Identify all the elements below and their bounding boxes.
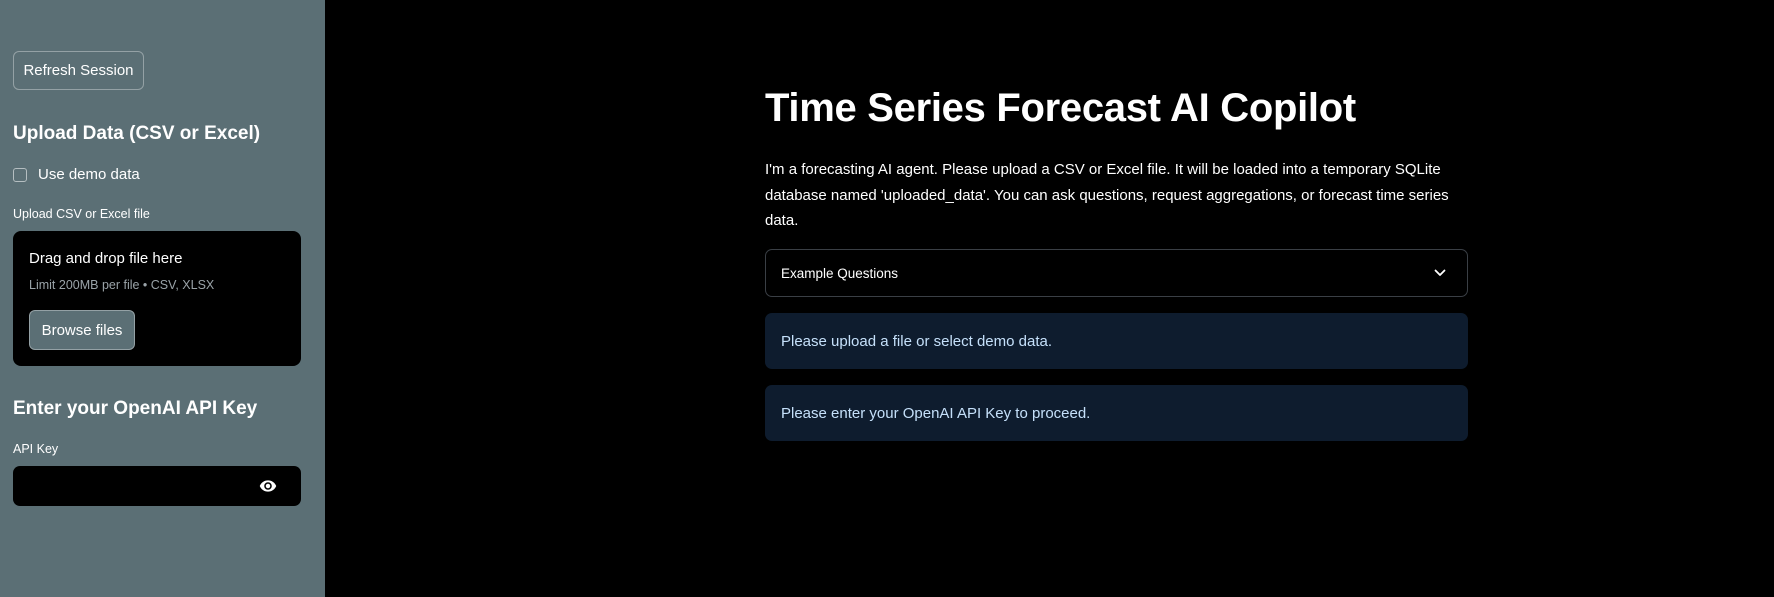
demo-data-checkbox-row[interactable]: Use demo data: [13, 166, 140, 183]
demo-data-checkbox[interactable]: [13, 167, 27, 182]
expander-label: Example Questions: [781, 265, 899, 281]
upload-data-heading: Upload Data (CSV or Excel): [13, 123, 261, 144]
example-questions-expander[interactable]: Example Questions: [765, 249, 1468, 297]
api-key-label: API Key: [13, 442, 59, 456]
upload-info-alert: Please upload a file or select demo data…: [765, 313, 1468, 369]
dropzone-limit-text: Limit 200MB per file • CSV, XLSX: [29, 278, 215, 292]
uploader-label: Upload CSV or Excel file: [13, 207, 150, 221]
page-title: Time Series Forecast AI Copilot: [765, 86, 1356, 130]
sidebar: Refresh Session Upload Data (CSV or Exce…: [0, 0, 325, 597]
demo-data-label[interactable]: Use demo data: [38, 166, 140, 183]
api-key-heading: Enter your OpenAI API Key: [13, 398, 258, 419]
api-key-input[interactable]: [13, 466, 243, 506]
chevron-down-icon: [1434, 269, 1446, 276]
api-key-info-alert: Please enter your OpenAI API Key to proc…: [765, 385, 1468, 441]
refresh-session-button[interactable]: Refresh Session: [13, 51, 144, 90]
dropzone-title: Drag and drop file here: [29, 250, 183, 267]
eye-icon[interactable]: [258, 477, 278, 495]
file-dropzone[interactable]: Drag and drop file here Limit 200MB per …: [13, 231, 301, 366]
api-key-field[interactable]: [13, 466, 301, 506]
browse-files-button[interactable]: Browse files: [29, 310, 135, 350]
intro-text: I'm a forecasting AI agent. Please uploa…: [765, 161, 1449, 229]
